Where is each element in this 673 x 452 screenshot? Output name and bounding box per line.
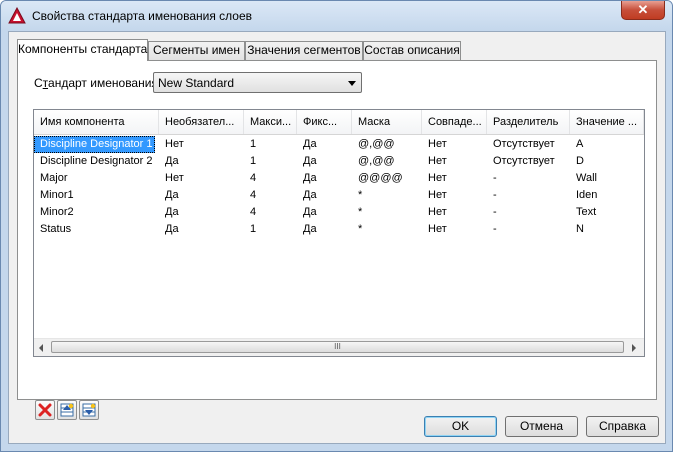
cell-mask[interactable]: @,@@ bbox=[352, 153, 422, 170]
table-row[interactable]: Discipline Designator 1 Нет 1 Да @,@@ Нет Отсу… bbox=[34, 136, 644, 153]
ok-button[interactable]: OK bbox=[424, 416, 497, 437]
column-header-optional[interactable]: Необязател... bbox=[159, 110, 244, 134]
cell-optional[interactable]: Нет bbox=[159, 170, 244, 187]
cell-match[interactable]: Нет bbox=[422, 187, 487, 204]
tab-description-composition[interactable]: Состав описания bbox=[363, 41, 461, 60]
cell-fixed[interactable]: Да bbox=[297, 221, 352, 238]
cell-match[interactable]: Нет bbox=[422, 136, 487, 153]
components-grid[interactable]: Имя компонента Необязател... Макси... Фи… bbox=[33, 109, 645, 357]
cancel-button[interactable]: Отмена bbox=[505, 416, 578, 437]
tab-panel-standard-components: Стандарт именования: New Standard Имя ко… bbox=[17, 60, 657, 420]
table-row[interactable]: Major Нет 4 Да @@@@ Нет - Wall bbox=[34, 170, 644, 187]
column-header-separator[interactable]: Разделитель bbox=[487, 110, 570, 134]
cell-optional[interactable]: Да bbox=[159, 187, 244, 204]
cell-component-name[interactable]: Minor1 bbox=[34, 187, 159, 204]
cell-optional[interactable]: Да bbox=[159, 221, 244, 238]
cell-separator[interactable]: - bbox=[487, 221, 570, 238]
table-row[interactable]: Status Да 1 Да * Нет - N bbox=[34, 221, 644, 238]
cell-match[interactable]: Нет bbox=[422, 204, 487, 221]
cell-max[interactable]: 1 bbox=[244, 136, 297, 153]
cell-value[interactable]: Wall bbox=[570, 170, 644, 187]
move-down-button[interactable] bbox=[79, 400, 99, 420]
scroll-right-icon[interactable] bbox=[632, 344, 636, 352]
cell-separator[interactable]: Отсутствует bbox=[487, 153, 570, 170]
cell-component-name[interactable]: Major bbox=[34, 170, 159, 187]
cell-separator[interactable]: - bbox=[487, 187, 570, 204]
table-row[interactable]: Discipline Designator 2 Да 1 Да @,@@ Нет Отсут… bbox=[34, 153, 644, 170]
column-header-value[interactable]: Значение ... bbox=[570, 110, 644, 134]
title-bar[interactable]: Свойства стандарта именования слоев ✕ bbox=[1, 1, 672, 31]
cell-fixed[interactable]: Да bbox=[297, 170, 352, 187]
move-down-icon bbox=[82, 403, 96, 417]
tab-name-segments[interactable]: Сегменты имен bbox=[148, 41, 245, 60]
column-header-max[interactable]: Макси... bbox=[244, 110, 297, 134]
cell-value[interactable]: N bbox=[570, 221, 644, 238]
cell-fixed[interactable]: Да bbox=[297, 204, 352, 221]
cell-separator[interactable]: - bbox=[487, 170, 570, 187]
cell-mask[interactable]: * bbox=[352, 187, 422, 204]
naming-standard-combo[interactable]: New Standard bbox=[153, 72, 362, 93]
cell-value[interactable]: Iden bbox=[570, 187, 644, 204]
cell-match[interactable]: Нет bbox=[422, 153, 487, 170]
cell-component-name[interactable]: Discipline Designator 1 bbox=[34, 136, 155, 153]
horizontal-scrollbar[interactable]: III bbox=[34, 338, 644, 356]
column-header-fixed[interactable]: Фикс... bbox=[297, 110, 352, 134]
cell-max[interactable]: 1 bbox=[244, 221, 297, 238]
window-title: Свойства стандарта именования слоев bbox=[32, 9, 253, 23]
autocad-app-icon bbox=[8, 7, 26, 24]
tab-segment-values[interactable]: Значения сегментов bbox=[245, 41, 363, 60]
table-row[interactable]: Minor1 Да 4 Да * Нет - Iden bbox=[34, 187, 644, 204]
move-up-button[interactable] bbox=[57, 400, 77, 420]
delete-component-button[interactable] bbox=[35, 400, 55, 420]
column-header-component-name[interactable]: Имя компонента bbox=[34, 110, 159, 134]
scroll-left-icon[interactable] bbox=[39, 344, 43, 352]
dialog-client-area: Компоненты стандарта Сегменты имен Значе… bbox=[8, 31, 666, 444]
naming-standard-value: New Standard bbox=[158, 76, 235, 90]
dialog-window: Свойства стандарта именования слоев ✕ Ко… bbox=[0, 0, 673, 452]
close-button[interactable]: ✕ bbox=[621, 1, 665, 20]
naming-standard-label: Стандарт именования: bbox=[34, 76, 162, 90]
delete-icon bbox=[38, 403, 52, 417]
cell-value[interactable]: D bbox=[570, 153, 644, 170]
cell-optional[interactable]: Да bbox=[159, 153, 244, 170]
cell-mask[interactable]: * bbox=[352, 221, 422, 238]
column-header-match[interactable]: Совпаде... bbox=[422, 110, 487, 134]
table-row[interactable]: Minor2 Да 4 Да * Нет - Text bbox=[34, 204, 644, 221]
grid-header: Имя компонента Необязател... Макси... Фи… bbox=[34, 110, 644, 135]
cell-fixed[interactable]: Да bbox=[297, 187, 352, 204]
cell-component-name[interactable]: Minor2 bbox=[34, 204, 159, 221]
cell-optional[interactable]: Нет bbox=[159, 136, 244, 153]
cell-max[interactable]: 4 bbox=[244, 187, 297, 204]
cell-max[interactable]: 1 bbox=[244, 153, 297, 170]
cell-mask[interactable]: @,@@ bbox=[352, 136, 422, 153]
cell-match[interactable]: Нет bbox=[422, 221, 487, 238]
cell-mask[interactable]: @@@@ bbox=[352, 170, 422, 187]
cell-component-name[interactable]: Discipline Designator 2 bbox=[34, 153, 159, 170]
cell-optional[interactable]: Да bbox=[159, 204, 244, 221]
tab-standard-components[interactable]: Компоненты стандарта bbox=[17, 39, 148, 61]
cell-match[interactable]: Нет bbox=[422, 170, 487, 187]
cell-max[interactable]: 4 bbox=[244, 204, 297, 221]
cell-value[interactable]: Text bbox=[570, 204, 644, 221]
cell-mask[interactable]: * bbox=[352, 204, 422, 221]
cell-value[interactable]: A bbox=[570, 136, 644, 153]
column-header-mask[interactable]: Маска bbox=[352, 110, 422, 134]
help-button[interactable]: Справка bbox=[586, 416, 659, 437]
chevron-down-icon bbox=[348, 81, 356, 86]
scrollbar-thumb[interactable]: III bbox=[51, 341, 624, 353]
cell-max[interactable]: 4 bbox=[244, 170, 297, 187]
cell-separator[interactable]: Отсутствует bbox=[487, 136, 570, 153]
cell-component-name[interactable]: Status bbox=[34, 221, 159, 238]
cell-fixed[interactable]: Да bbox=[297, 153, 352, 170]
cell-separator[interactable]: - bbox=[487, 204, 570, 221]
move-up-icon bbox=[60, 403, 74, 417]
cell-fixed[interactable]: Да bbox=[297, 136, 352, 153]
